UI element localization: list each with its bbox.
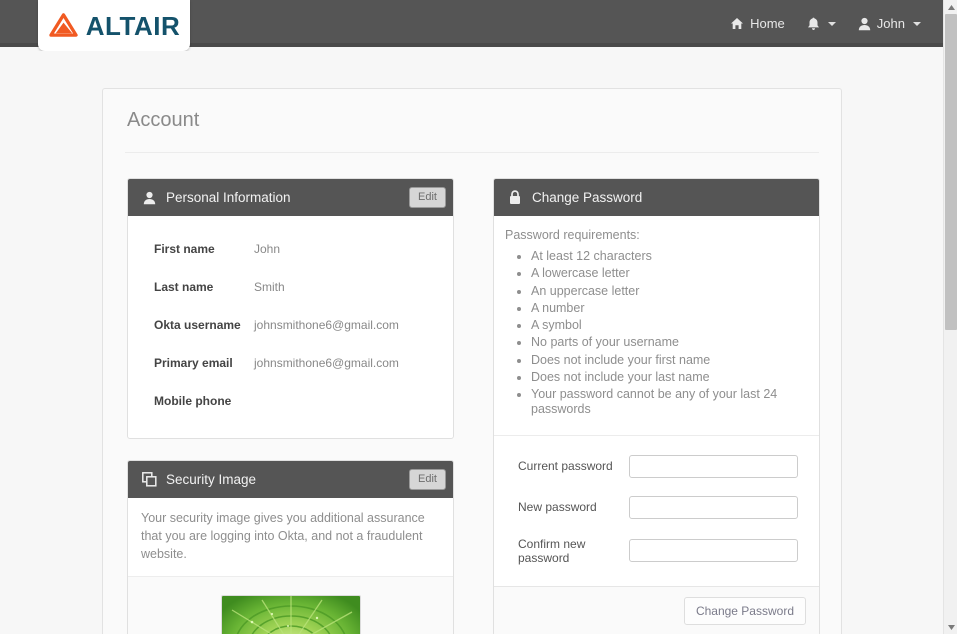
personal-information-title: Personal Information <box>166 190 409 205</box>
edit-security-image-button[interactable]: Edit <box>409 469 446 490</box>
requirement-item: Does not include your first name <box>531 352 819 369</box>
stacked-squares-icon <box>141 472 157 487</box>
change-password-header: Change Password <box>494 179 819 216</box>
altair-triangle-icon <box>48 12 79 39</box>
personal-information-panel: Personal Information Edit First name Joh… <box>127 178 454 439</box>
security-image-preview-wrap <box>128 576 453 634</box>
chevron-down-icon <box>828 22 836 26</box>
panel-columns: Personal Information Edit First name Joh… <box>103 153 841 634</box>
confirm-password-row: Confirm new password <box>494 528 819 574</box>
bell-icon <box>807 17 820 31</box>
nav-user-menu[interactable]: John <box>858 16 921 31</box>
change-password-form: Current password New password Confirm ne… <box>494 436 819 586</box>
right-column: Change Password Password requirements: A… <box>493 178 820 634</box>
lock-icon <box>507 190 523 205</box>
security-image-header: Security Image Edit <box>128 461 453 498</box>
requirement-item: No parts of your username <box>531 334 819 351</box>
requirement-item: At least 12 characters <box>531 248 819 265</box>
home-icon <box>730 17 744 30</box>
info-value: Smith <box>254 280 285 294</box>
left-column: Personal Information Edit First name Joh… <box>127 178 454 634</box>
scroll-up-arrow-icon[interactable] <box>944 0 957 14</box>
nav-notifications[interactable] <box>807 17 836 31</box>
chevron-down-icon <box>913 22 921 26</box>
new-password-label: New password <box>518 500 629 514</box>
security-image-description: Your security image gives you additional… <box>128 498 453 576</box>
password-requirements-label: Password requirements: <box>494 216 819 244</box>
info-label: Okta username <box>154 318 254 332</box>
current-password-row: Current password <box>494 446 819 487</box>
info-row: First name John <box>148 230 433 268</box>
top-navigation: Home John <box>730 0 921 47</box>
user-icon <box>858 17 871 31</box>
nav-home-label: Home <box>750 16 785 31</box>
requirement-item: Does not include your last name <box>531 369 819 386</box>
info-label: First name <box>154 242 254 256</box>
info-value: John <box>254 242 280 256</box>
security-image-panel: Security Image Edit Your security image … <box>127 460 454 634</box>
requirement-item: A symbol <box>531 317 819 334</box>
security-image-title: Security Image <box>166 472 409 487</box>
info-value: johnsmithone6@gmail.com <box>254 356 399 370</box>
confirm-password-input[interactable] <box>629 539 798 562</box>
change-password-panel: Change Password Password requirements: A… <box>493 178 820 634</box>
requirement-item: A number <box>531 300 819 317</box>
scrollbar-thumb[interactable] <box>945 14 957 330</box>
current-password-label: Current password <box>518 459 629 473</box>
change-password-button[interactable]: Change Password <box>684 597 806 625</box>
new-password-input[interactable] <box>629 496 798 519</box>
info-label: Mobile phone <box>154 394 254 408</box>
page-title: Account <box>103 89 841 132</box>
security-image-photo <box>221 595 361 634</box>
nav-user-label: John <box>877 16 905 31</box>
info-row: Primary email johnsmithone6@gmail.com <box>148 344 433 382</box>
info-row: Mobile phone <box>148 382 433 420</box>
requirement-item: Your password cannot be any of your last… <box>531 386 819 419</box>
user-icon <box>141 191 157 205</box>
info-value: johnsmithone6@gmail.com <box>254 318 399 332</box>
password-requirements-list: At least 12 characters A lowercase lette… <box>494 248 819 419</box>
page-body: Account Personal Information E <box>0 51 943 634</box>
scroll-down-arrow-icon[interactable] <box>944 620 957 634</box>
altair-logo-text: ALTAIR <box>86 13 180 39</box>
info-label: Last name <box>154 280 254 294</box>
requirement-item: An uppercase letter <box>531 283 819 300</box>
change-password-title: Change Password <box>532 190 812 205</box>
personal-information-header: Personal Information Edit <box>128 179 453 216</box>
account-card: Account Personal Information E <box>102 88 842 634</box>
edit-personal-information-button[interactable]: Edit <box>409 187 446 208</box>
confirm-password-label: Confirm new password <box>518 537 629 565</box>
current-password-input[interactable] <box>629 455 798 478</box>
info-row: Okta username johnsmithone6@gmail.com <box>148 306 433 344</box>
vertical-scrollbar[interactable] <box>943 0 957 634</box>
personal-information-body: First name John Last name Smith Okta use… <box>128 216 453 438</box>
altair-logo[interactable]: ALTAIR <box>38 0 190 51</box>
top-header-bar: ALTAIR Home John <box>0 0 943 47</box>
new-password-row: New password <box>494 487 819 528</box>
requirement-item: A lowercase letter <box>531 265 819 282</box>
change-password-footer: Change Password <box>494 586 819 634</box>
info-row: Last name Smith <box>148 268 433 306</box>
info-label: Primary email <box>154 356 254 370</box>
nav-home[interactable]: Home <box>730 16 785 31</box>
